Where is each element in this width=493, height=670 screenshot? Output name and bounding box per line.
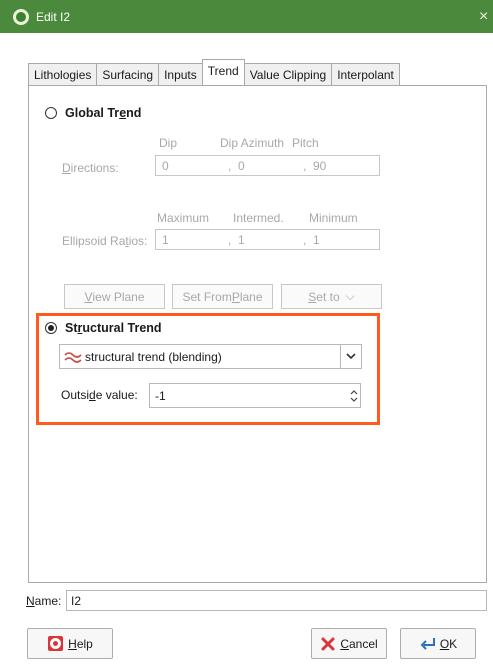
title-bar: Edit I2 × [0,0,493,33]
dip-azimuth-value[interactable]: 0 [238,159,245,173]
cancel-icon [321,637,335,650]
header-maximum: Maximum [157,211,210,225]
structural-trend-select[interactable]: structural trend (blending) [59,344,362,369]
outside-value-input[interactable]: -1 [149,383,361,408]
global-trend-radio[interactable]: Global Trend [45,106,141,120]
structural-trend-label: Structural Trend [65,321,162,335]
outside-value[interactable]: -1 [155,389,166,403]
tab-bar: Lithologies Surfacing Inputs Trend Value… [28,59,400,85]
header-dip-azimuth: Dip Azimuth [220,136,285,150]
name-input[interactable]: I2 [66,590,487,611]
global-trend-label: Global Trend [65,106,142,120]
tab-value-clipping[interactable]: Value Clipping [243,63,333,85]
view-plane-button[interactable]: View Plane [64,284,165,309]
tab-surfacing[interactable]: Surfacing [96,63,160,85]
tab-interpolant[interactable]: Interpolant [331,63,400,85]
app-icon [13,8,29,25]
ellipsoid-ratios-label: Ellipsoid Ratios: [62,234,148,248]
chevron-down-icon[interactable] [340,345,361,368]
chevron-down-icon: ⌵ [345,289,355,303]
intermed-value[interactable]: 1 [238,233,245,247]
tab-lithologies[interactable]: Lithologies [28,63,98,85]
tab-trend[interactable]: Trend [201,59,245,85]
structural-trend-value: structural trend (blending) [85,349,222,364]
separator: , [228,232,232,247]
set-to-button[interactable]: Set to ⌵ [281,284,382,309]
lifebuoy-icon [48,636,64,651]
close-icon[interactable]: × [479,0,493,33]
maximum-value[interactable]: 1 [162,233,169,247]
tab-inputs[interactable]: Inputs [158,63,203,85]
separator: , [228,158,232,173]
set-from-plane-button[interactable]: Set From Plane [172,284,273,309]
minimum-value[interactable]: 1 [313,233,320,247]
header-intermed: Intermed. [233,211,284,225]
name-label: Name: [26,594,62,608]
structural-trend-radio[interactable]: Structural Trend [45,321,162,335]
spin-down-icon [350,397,358,402]
window-title: Edit I2 [36,9,71,24]
directions-label: Directions: [62,161,119,175]
separator: , [303,158,307,173]
ellipsoid-ratios-field[interactable]: 1 , 1 , 1 [155,229,380,250]
directions-field[interactable]: 0 , 0 , 90 [155,155,380,176]
ok-button[interactable]: OK [400,628,476,659]
header-dip: Dip [159,136,178,150]
header-minimum: Minimum [309,211,358,225]
dip-value[interactable]: 0 [162,159,169,173]
pitch-value[interactable]: 90 [313,159,326,173]
header-pitch: Pitch [292,136,319,150]
cancel-button[interactable]: Cancel [311,628,387,659]
spin-arrows[interactable] [348,384,360,407]
radio-button[interactable] [45,107,57,119]
structural-trend-icon [64,351,82,363]
help-button[interactable]: Help [27,628,113,659]
separator: , [303,232,307,247]
outside-value-label: Outside value: [61,388,138,402]
spin-up-icon [350,389,358,394]
radio-button-checked[interactable] [45,322,57,334]
enter-icon [420,637,435,650]
